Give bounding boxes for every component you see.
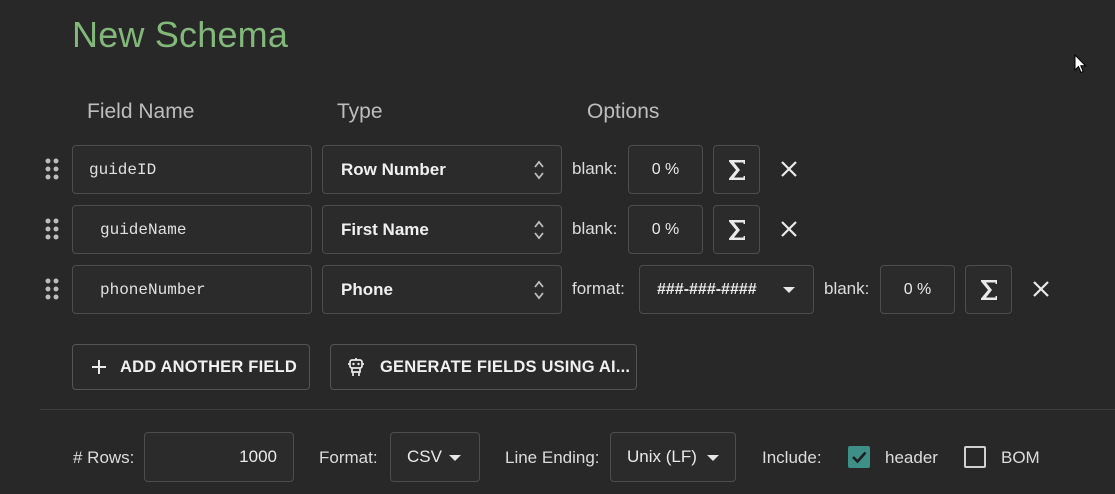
close-icon bbox=[781, 161, 797, 177]
format-label: format: bbox=[572, 279, 625, 298]
blank-label: blank: bbox=[572, 219, 618, 238]
sort-arrows-icon bbox=[534, 160, 544, 179]
section-divider bbox=[40, 409, 1115, 410]
field-name-input[interactable]: guideID bbox=[72, 145, 312, 194]
generate-ai-label: GENERATE FIELDS USING AI... bbox=[380, 357, 631, 376]
remove-field-button[interactable] bbox=[774, 154, 804, 184]
include-label: Include: bbox=[762, 448, 822, 467]
drag-handle-icon[interactable] bbox=[44, 277, 60, 301]
remove-field-button[interactable] bbox=[1026, 274, 1056, 304]
bom-checkbox-label[interactable]: BOM bbox=[1001, 448, 1040, 468]
sigma-icon bbox=[980, 279, 997, 300]
field-type-select[interactable]: First Name bbox=[322, 205, 562, 254]
close-icon bbox=[781, 221, 797, 237]
sort-arrows-icon bbox=[534, 220, 544, 239]
field-type-select[interactable]: Phone bbox=[322, 265, 562, 314]
dropdown-caret-icon bbox=[707, 455, 719, 461]
line-ending-select[interactable]: Unix (LF) bbox=[610, 432, 736, 482]
blank-percent-input[interactable]: 0 % bbox=[628, 205, 703, 254]
format-select[interactable]: ###-###-#### bbox=[639, 265, 814, 314]
add-field-button[interactable]: ADD ANOTHER FIELD bbox=[72, 344, 310, 390]
column-header-type: Type bbox=[337, 100, 383, 123]
rows-label: # Rows: bbox=[73, 448, 135, 467]
field-name-input[interactable]: guideName bbox=[72, 205, 312, 254]
dropdown-caret-icon bbox=[783, 287, 795, 293]
line-ending-label: Line Ending: bbox=[505, 448, 600, 467]
mouse-cursor-icon bbox=[1074, 54, 1087, 74]
sigma-button[interactable] bbox=[713, 205, 760, 254]
rows-input[interactable]: 1000 bbox=[144, 432, 294, 482]
column-header-options: Options bbox=[587, 100, 660, 123]
sigma-button[interactable] bbox=[965, 265, 1012, 314]
blank-percent-input[interactable]: 0 % bbox=[880, 265, 955, 314]
sigma-icon bbox=[728, 159, 745, 180]
header-checkbox-label[interactable]: header bbox=[885, 448, 938, 468]
format-label: Format: bbox=[319, 448, 378, 467]
sigma-button[interactable] bbox=[713, 145, 760, 194]
drag-handle-icon[interactable] bbox=[44, 217, 60, 241]
generate-ai-button[interactable]: GENERATE FIELDS USING AI... bbox=[330, 344, 637, 390]
format-select[interactable]: CSV bbox=[390, 432, 480, 482]
dropdown-caret-icon bbox=[449, 455, 461, 461]
checkmark-icon bbox=[852, 451, 867, 464]
sort-arrows-icon bbox=[534, 280, 544, 299]
field-type-label: Row Number bbox=[341, 159, 446, 179]
add-field-label: ADD ANOTHER FIELD bbox=[120, 357, 297, 376]
line-ending-value: Unix (LF) bbox=[627, 447, 697, 466]
column-header-field-name: Field Name bbox=[87, 100, 195, 123]
blank-label: blank: bbox=[572, 159, 618, 178]
blank-label: blank: bbox=[824, 279, 870, 298]
field-name-input[interactable]: phoneNumber bbox=[72, 265, 312, 314]
remove-field-button[interactable] bbox=[774, 214, 804, 244]
close-icon bbox=[1033, 281, 1049, 297]
sigma-icon bbox=[728, 219, 745, 240]
page-title: New Schema bbox=[72, 14, 289, 55]
bom-checkbox[interactable] bbox=[964, 446, 986, 468]
header-checkbox[interactable] bbox=[848, 446, 870, 468]
plus-icon bbox=[92, 360, 106, 374]
format-select-value: CSV bbox=[407, 447, 442, 466]
drag-handle-icon[interactable] bbox=[44, 157, 60, 181]
field-type-label: Phone bbox=[341, 279, 393, 299]
robot-icon bbox=[348, 358, 364, 376]
format-select-value: ###-###-#### bbox=[657, 280, 757, 298]
blank-percent-input[interactable]: 0 % bbox=[628, 145, 703, 194]
field-type-label: First Name bbox=[341, 219, 429, 239]
field-type-select[interactable]: Row Number bbox=[322, 145, 562, 194]
